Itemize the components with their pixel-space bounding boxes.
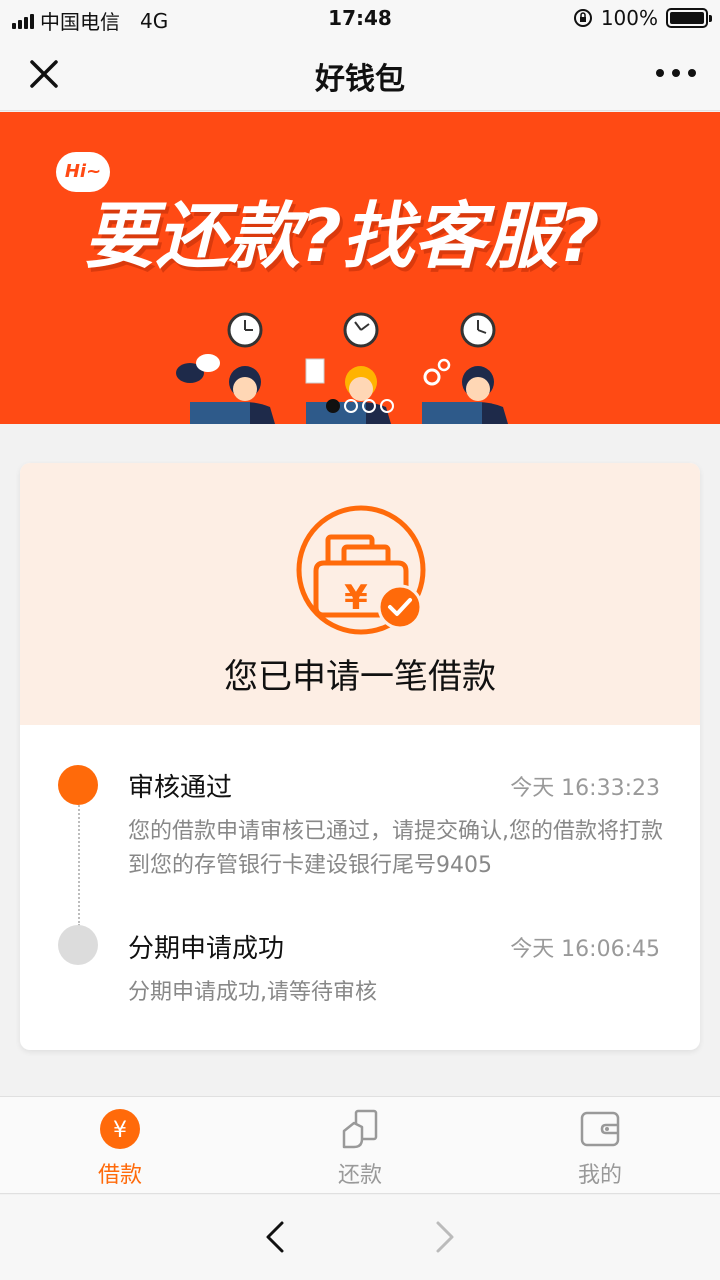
battery-fill	[670, 12, 704, 24]
page-title: 好钱包	[315, 62, 405, 97]
tab-repay[interactable]: 还款	[240, 1097, 480, 1195]
more-icon[interactable]	[656, 60, 696, 86]
promo-banner[interactable]: Hi~ 要还款?找客服?	[0, 112, 720, 424]
chevron-right-icon[interactable]	[430, 1219, 460, 1255]
yen-icon: ¥	[100, 1109, 140, 1149]
clock-icon	[343, 312, 379, 348]
card-title: 您已申请一笔借款	[224, 657, 496, 697]
repay-icon	[342, 1109, 378, 1149]
nav-bar: 好钱包	[0, 38, 720, 111]
timeline-desc: 您的借款申请审核已通过，请提交确认,您的借款将打款到您的存管银行卡建设银行尾号9…	[128, 819, 663, 878]
wallet-check-icon: ¥	[296, 505, 426, 635]
timeline-dot-inactive	[58, 925, 98, 965]
carousel-dot-active[interactable]	[326, 399, 340, 413]
carousel-indicator[interactable]	[0, 399, 720, 413]
battery-percent: 100%	[600, 6, 658, 30]
chevron-left-icon[interactable]	[260, 1219, 290, 1255]
carousel-dot[interactable]	[380, 399, 394, 413]
loan-status-card: ¥ 您已申请一笔借款 审核通过 今天 16:33:23 您的借款申请审核已通过，…	[20, 463, 700, 1050]
clock-icon	[460, 312, 496, 348]
status-bar: 中国电信 4G 17:48 100%	[0, 0, 720, 38]
battery-icon	[666, 8, 712, 28]
timeline-dot-active	[58, 765, 98, 805]
timeline-time: 今天 16:06:45	[510, 937, 660, 962]
svg-text:¥: ¥	[113, 1118, 127, 1143]
status-right: 100%	[573, 6, 712, 30]
carousel-dot[interactable]	[362, 399, 376, 413]
timeline-connector	[78, 802, 80, 926]
tab-mine[interactable]: 我的	[480, 1097, 720, 1195]
timeline-time: 今天 16:33:23	[510, 776, 660, 801]
hi-bubble: Hi~	[56, 152, 110, 192]
tab-label: 借款	[97, 1163, 142, 1188]
browser-toolbar	[0, 1195, 720, 1280]
bottom-tab-bar: ¥ 借款 还款 我的	[0, 1096, 720, 1194]
wallet-icon	[580, 1111, 620, 1147]
clock-icon	[227, 312, 263, 348]
banner-headline: 要还款?找客服?	[84, 194, 600, 278]
tab-label: 还款	[337, 1163, 382, 1188]
tab-borrow[interactable]: ¥ 借款	[0, 1097, 240, 1195]
tab-label: 我的	[577, 1163, 622, 1188]
svg-text:¥: ¥	[344, 578, 368, 618]
rotation-lock-icon	[573, 9, 592, 27]
carousel-dot[interactable]	[344, 399, 358, 413]
timeline-title: 审核通过	[128, 773, 233, 803]
timeline-desc: 分期申请成功,请等待审核	[128, 980, 377, 1005]
card-header: ¥ 您已申请一笔借款	[20, 463, 700, 725]
timeline-title: 分期申请成功	[128, 934, 285, 964]
